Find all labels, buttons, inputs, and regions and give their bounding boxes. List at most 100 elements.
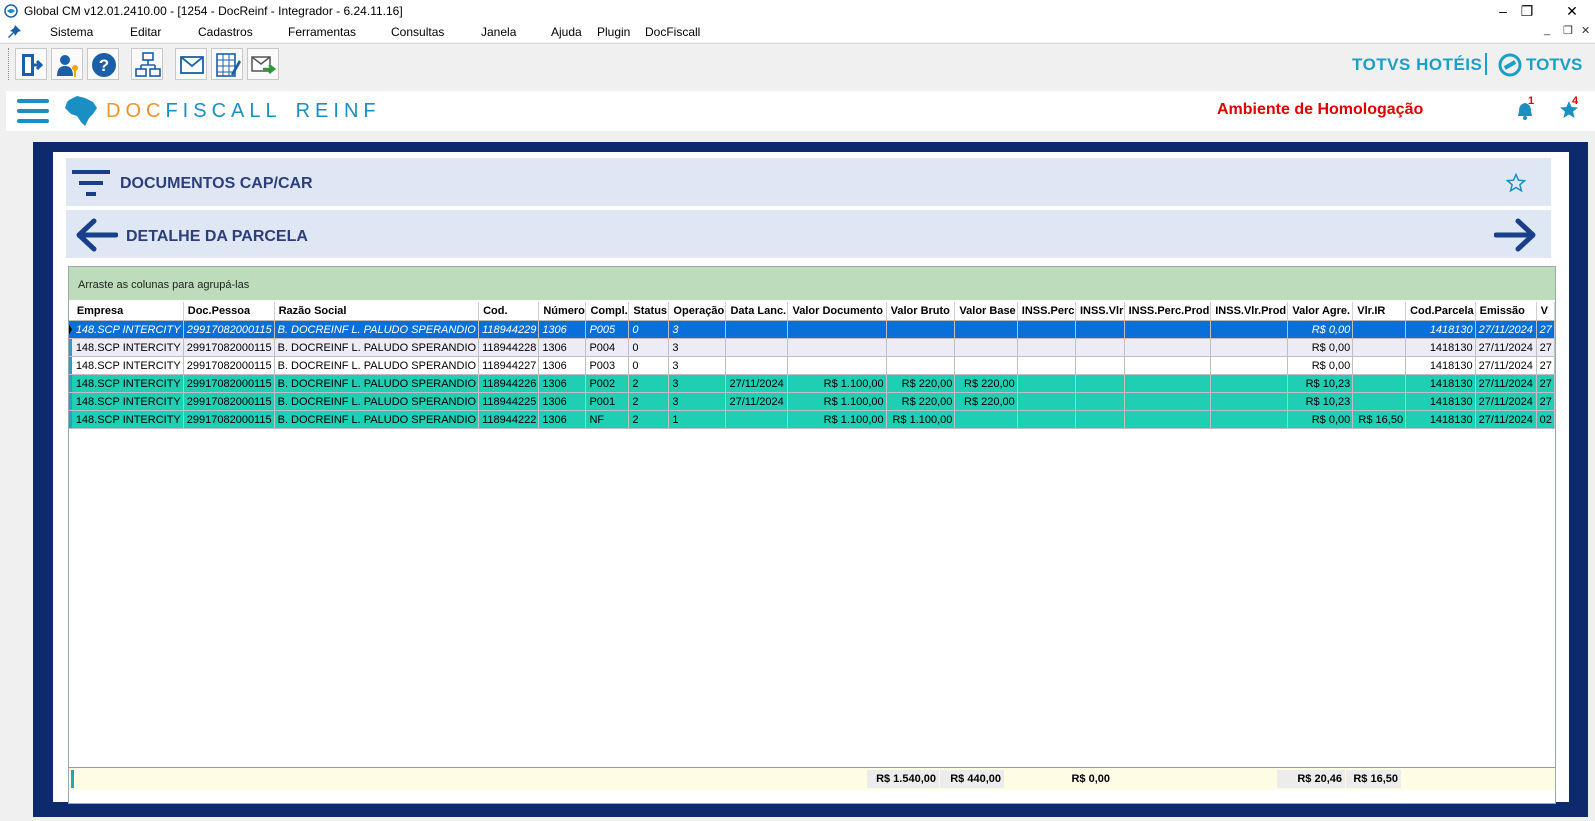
table-cell[interactable]: 2 — [628, 374, 670, 393]
table-cell[interactable] — [1352, 320, 1407, 339]
table-cell[interactable] — [725, 356, 789, 375]
table-row[interactable]: 148.SCP INTERCITY 29917082000115 B. DOCREI… — [69, 410, 1555, 429]
table-cell[interactable]: R$ 0,00 — [1287, 320, 1354, 339]
table-cell[interactable]: 1306 — [538, 392, 587, 411]
table-cell[interactable] — [1352, 338, 1407, 357]
column-header[interactable]: Razão Social — [274, 302, 480, 321]
table-cell[interactable] — [1210, 356, 1289, 375]
table-cell[interactable]: 2 — [628, 392, 670, 411]
help-button[interactable]: ? — [87, 48, 119, 80]
table-cell[interactable]: 118944222 — [478, 410, 540, 429]
table-cell[interactable]: 118944225 — [478, 392, 540, 411]
table-cell[interactable]: B. DOCREINF L. PALUDO SPERANDIO — [274, 338, 480, 357]
org-chart-button[interactable] — [131, 48, 163, 80]
table-row[interactable]: 148.SCP INTERCITY 29917082000115 B. DOCREI… — [69, 356, 1555, 375]
table-cell[interactable]: 27/11/2024 — [1475, 320, 1537, 339]
menu-janela[interactable]: Janela — [481, 25, 516, 39]
close-button[interactable]: ✕ — [1549, 0, 1595, 22]
table-cell[interactable]: R$ 1.100,00 — [886, 410, 956, 429]
table-cell[interactable] — [1075, 356, 1125, 375]
table-cell[interactable] — [1352, 392, 1407, 411]
table-cell[interactable] — [1017, 338, 1076, 357]
menu-plugin[interactable]: Plugin — [597, 25, 630, 39]
table-cell[interactable] — [1017, 410, 1076, 429]
table-cell[interactable]: 148.SCP INTERCITY — [72, 320, 184, 339]
table-cell[interactable] — [725, 410, 789, 429]
table-cell[interactable] — [1017, 392, 1076, 411]
column-header[interactable]: INSS.Vlr.Prod — [1210, 302, 1289, 321]
mdi-restore-button[interactable]: ❐ — [1563, 24, 1573, 37]
column-header[interactable]: Valor Agre. — [1287, 302, 1354, 321]
table-cell[interactable]: 118944227 — [478, 356, 540, 375]
table-cell[interactable]: R$ 1.100,00 — [787, 374, 887, 393]
mdi-close-button[interactable]: ✕ — [1581, 24, 1590, 37]
table-cell[interactable]: R$ 0,00 — [1287, 356, 1354, 375]
table-cell[interactable]: 27/11/2024 — [1475, 410, 1537, 429]
table-row[interactable]: 148.SCP INTERCITY 29917082000115 B. DOCREI… — [69, 374, 1555, 393]
column-header[interactable]: Data Lanc. — [725, 302, 789, 321]
menu-docfiscall[interactable]: DocFiscall — [645, 25, 700, 39]
table-cell[interactable]: 1418130 — [1405, 320, 1476, 339]
table-cell[interactable]: 118944226 — [478, 374, 540, 393]
table-cell[interactable]: R$ 220,00 — [954, 374, 1018, 393]
column-header[interactable]: Operação — [668, 302, 727, 321]
table-cell[interactable]: B. DOCREINF L. PALUDO SPERANDIO — [274, 356, 480, 375]
hamburger-menu-icon[interactable] — [17, 99, 49, 125]
table-cell[interactable]: 2 — [628, 410, 670, 429]
table-cell[interactable]: 27 — [1536, 356, 1555, 375]
column-header[interactable]: Emissão — [1475, 302, 1537, 321]
table-cell[interactable] — [1124, 338, 1212, 357]
table-cell[interactable] — [1017, 356, 1076, 375]
pin-icon[interactable] — [6, 24, 22, 40]
column-header[interactable]: V — [1536, 302, 1555, 321]
table-cell[interactable]: 29917082000115 — [183, 392, 275, 411]
table-cell[interactable] — [1124, 320, 1212, 339]
filter-icon[interactable] — [72, 168, 112, 198]
table-cell[interactable]: P001 — [585, 392, 630, 411]
table-cell[interactable]: 148.SCP INTERCITY — [72, 374, 184, 393]
table-cell[interactable]: 27 — [1536, 320, 1555, 339]
table-cell[interactable]: P004 — [585, 338, 630, 357]
table-cell[interactable]: 1418130 — [1405, 338, 1476, 357]
table-cell[interactable]: R$ 10,23 — [1287, 374, 1354, 393]
table-cell[interactable]: R$ 1.100,00 — [787, 410, 887, 429]
back-arrow-icon[interactable] — [74, 218, 118, 252]
table-cell[interactable]: B. DOCREINF L. PALUDO SPERANDIO — [274, 374, 480, 393]
column-header[interactable]: Cod.Parcela — [1405, 302, 1476, 321]
table-cell[interactable] — [886, 338, 956, 357]
column-header[interactable]: Doc.Pessoa — [183, 302, 275, 321]
table-cell[interactable] — [1075, 338, 1125, 357]
table-cell[interactable]: NF — [585, 410, 630, 429]
table-cell[interactable] — [1210, 392, 1289, 411]
column-header[interactable]: Empresa — [72, 302, 184, 321]
mail-send-button[interactable] — [247, 48, 279, 80]
table-cell[interactable] — [1352, 374, 1407, 393]
spreadsheet-edit-button[interactable] — [211, 48, 243, 80]
table-cell[interactable] — [954, 410, 1018, 429]
table-cell[interactable]: B. DOCREINF L. PALUDO SPERANDIO — [274, 320, 480, 339]
table-cell[interactable]: 27/11/2024 — [1475, 356, 1537, 375]
column-header[interactable]: Cod. — [478, 302, 540, 321]
table-cell[interactable]: 1306 — [538, 356, 587, 375]
table-cell[interactable] — [1210, 410, 1289, 429]
table-cell[interactable]: 1 — [668, 410, 727, 429]
column-header[interactable]: Número — [538, 302, 587, 321]
column-header[interactable]: Valor Base — [954, 302, 1018, 321]
table-cell[interactable] — [1124, 392, 1212, 411]
table-cell[interactable] — [1210, 338, 1289, 357]
table-cell[interactable] — [954, 320, 1018, 339]
menu-cadastros[interactable]: Cadastros — [198, 25, 253, 39]
table-cell[interactable]: R$ 0,00 — [1287, 410, 1354, 429]
table-cell[interactable]: 3 — [668, 320, 727, 339]
table-cell[interactable]: 1306 — [538, 374, 587, 393]
table-cell[interactable]: 3 — [668, 392, 727, 411]
table-cell[interactable] — [1075, 392, 1125, 411]
table-cell[interactable]: 0 — [628, 320, 670, 339]
table-cell[interactable]: 1306 — [538, 320, 587, 339]
table-cell[interactable]: 29917082000115 — [183, 410, 275, 429]
table-cell[interactable] — [787, 356, 887, 375]
table-cell[interactable]: 0 — [628, 356, 670, 375]
mdi-minimize-button[interactable]: _ — [1544, 24, 1550, 36]
table-cell[interactable] — [1017, 320, 1076, 339]
table-cell[interactable]: B. DOCREINF L. PALUDO SPERANDIO — [274, 410, 480, 429]
